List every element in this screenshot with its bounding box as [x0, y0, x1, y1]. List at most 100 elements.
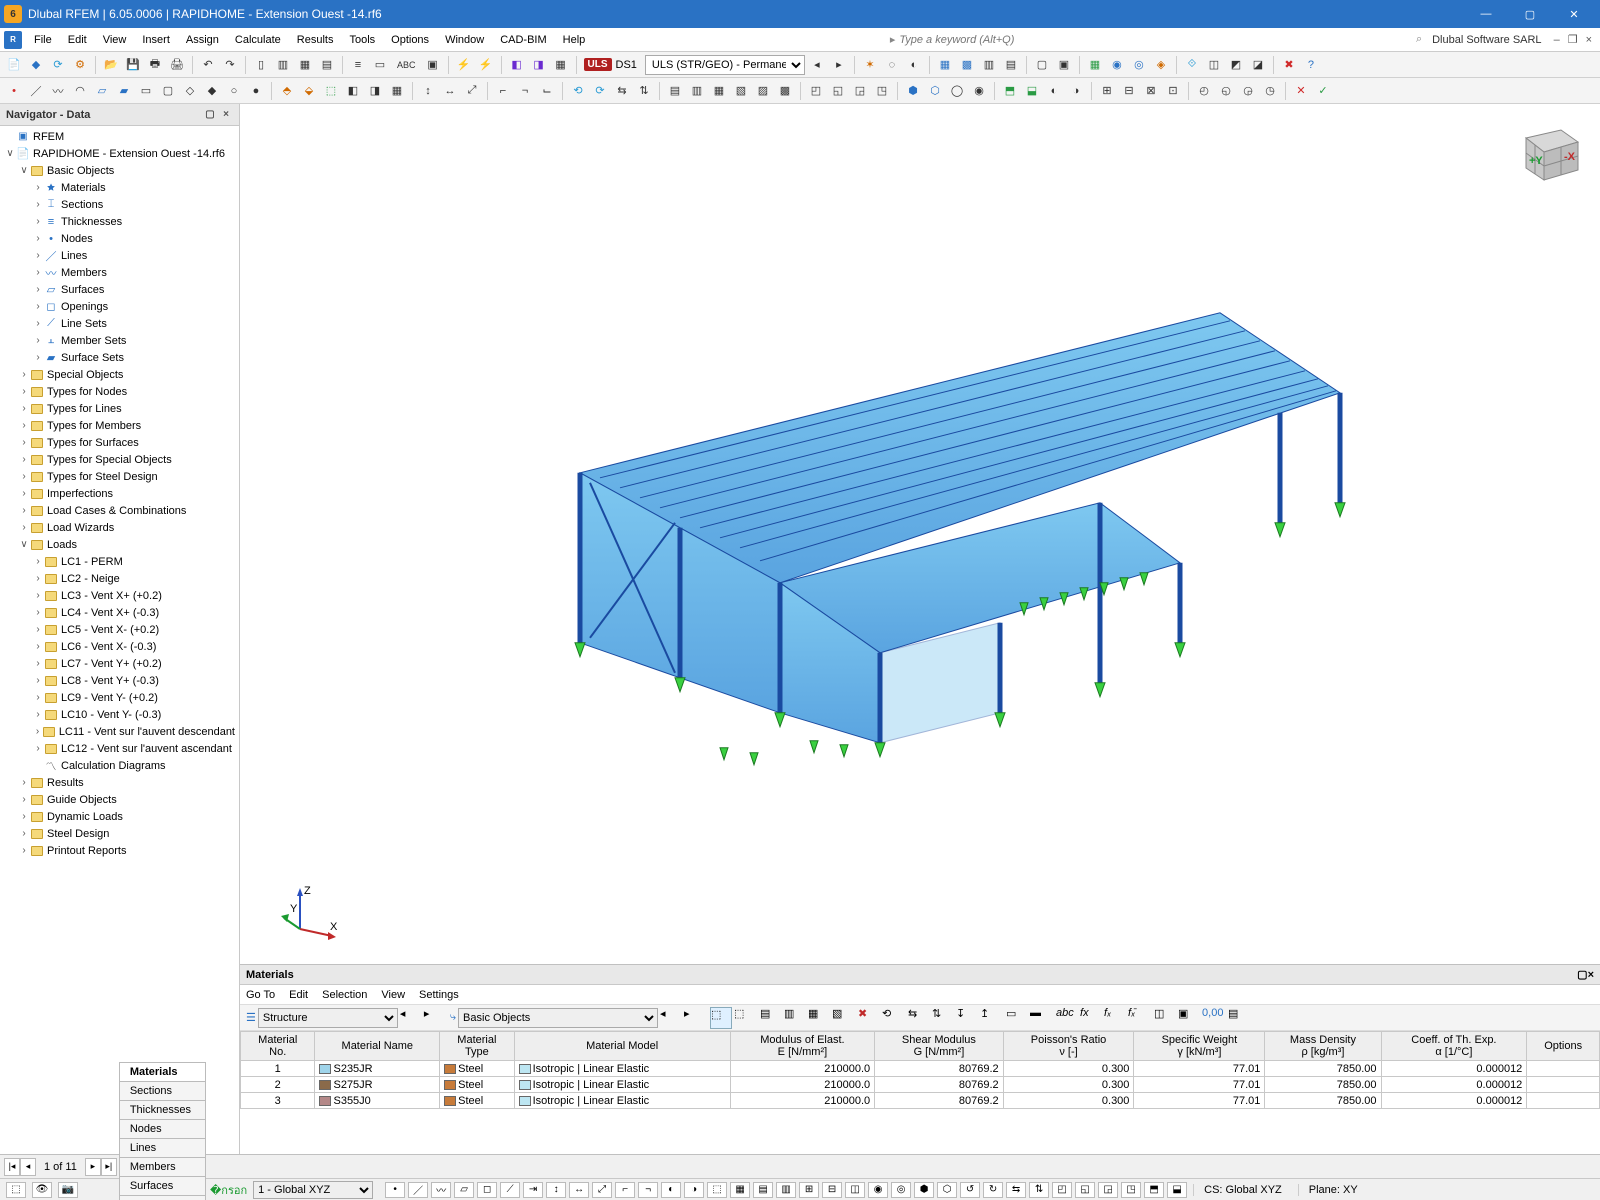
status-tool-17-icon[interactable]: ▥	[776, 1182, 796, 1198]
sb-eye-icon[interactable]: 👁	[32, 1182, 52, 1198]
t2-c-icon[interactable]: ◇	[180, 81, 200, 101]
sb-pick-icon[interactable]: ⬚	[6, 1182, 26, 1198]
tree-imperfections[interactable]: ›Imperfections	[0, 485, 239, 502]
tb-x17-icon[interactable]: ◪	[1248, 55, 1268, 75]
navigator-float-icon[interactable]: ▢	[203, 108, 217, 122]
status-tool-31-icon[interactable]: ◲	[1098, 1182, 1118, 1198]
status-tool-4-icon[interactable]: ◻	[477, 1182, 497, 1198]
pt-c-icon[interactable]: ▤	[760, 1007, 782, 1029]
tb-help-icon[interactable]: ?	[1301, 55, 1321, 75]
t2-af-icon[interactable]: ◳	[872, 81, 892, 101]
t2-surface-icon[interactable]: ▱	[92, 81, 112, 101]
t2-ao-icon[interactable]: ⊞	[1097, 81, 1117, 101]
t2-as-icon[interactable]: ◴	[1194, 81, 1214, 101]
status-tool-5-icon[interactable]: ⟋	[500, 1182, 520, 1198]
new-block-icon[interactable]: ◆	[26, 55, 46, 75]
status-tool-23-icon[interactable]: ⬢	[914, 1182, 934, 1198]
tb-x1-icon[interactable]: ✶	[860, 55, 880, 75]
tree-load-cases-combinations[interactable]: ›Load Cases & Combinations	[0, 502, 239, 519]
t2-am-icon[interactable]: ◐	[1044, 81, 1064, 101]
t2-h-icon[interactable]: ⬙	[299, 81, 319, 101]
tree-bo-lines[interactable]: ›／Lines	[0, 247, 239, 264]
tree-root[interactable]: ▣RFEM	[0, 128, 239, 145]
status-tool-6-icon[interactable]: ⇥	[523, 1182, 543, 1198]
t2-ad-icon[interactable]: ◱	[828, 81, 848, 101]
navigator-close-icon[interactable]: ×	[219, 108, 233, 122]
tree-lc3[interactable]: ›LC3 - Vent X+ (+0.2)	[0, 587, 239, 604]
status-tool-1-icon[interactable]: ／	[408, 1182, 428, 1198]
tab-last-icon[interactable]: ▸|	[101, 1158, 117, 1176]
maximize-button[interactable]: ▢	[1508, 0, 1552, 28]
t2-arc-icon[interactable]: ◠	[70, 81, 90, 101]
panel-float-icon[interactable]: ▢	[1577, 968, 1587, 981]
tab-prev-icon[interactable]: ◂	[20, 1158, 36, 1176]
t2-d-icon[interactable]: ◆	[202, 81, 222, 101]
tb-x9-icon[interactable]: ▣	[1054, 55, 1074, 75]
tree-lc9[interactable]: ›LC9 - Vent Y- (+0.2)	[0, 689, 239, 706]
menu-view[interactable]: View	[95, 31, 135, 49]
tab-members[interactable]: Members	[119, 1157, 206, 1176]
open-icon[interactable]: 📂	[101, 55, 121, 75]
panel-menu-settings[interactable]: Settings	[419, 989, 459, 1001]
tree-printout-reports[interactable]: ›Printout Reports	[0, 842, 239, 859]
t2-e-icon[interactable]: ○	[224, 81, 244, 101]
t2-ab-icon[interactable]: ▩	[775, 81, 795, 101]
t2-line-icon[interactable]: ／	[26, 81, 46, 101]
tree-lc6[interactable]: ›LC6 - Vent X- (-0.3)	[0, 638, 239, 655]
t2-p-icon[interactable]: ⌐	[493, 81, 513, 101]
combo-prev-icon[interactable]: ◂	[807, 55, 827, 75]
tb-x11-icon[interactable]: ◉	[1107, 55, 1127, 75]
tree-bo-sections[interactable]: ›⌶Sections	[0, 196, 239, 213]
menu-assign[interactable]: Assign	[178, 31, 227, 49]
tree-guide-objects[interactable]: ›Guide Objects	[0, 791, 239, 808]
tree-bo-materials[interactable]: ›🟊Materials	[0, 179, 239, 196]
view-cube[interactable]: +Y -X	[1506, 118, 1586, 188]
t2-aa-icon[interactable]: ▨	[753, 81, 773, 101]
status-tool-10-icon[interactable]: ⌐	[615, 1182, 635, 1198]
results2-icon[interactable]: ◨	[529, 55, 549, 75]
tree-model[interactable]: ∨📄RAPIDHOME - Extension Ouest -14.rf6	[0, 145, 239, 162]
status-tool-14-icon[interactable]: ⬚	[707, 1182, 727, 1198]
status-tool-19-icon[interactable]: ⊟	[822, 1182, 842, 1198]
tab-openings[interactable]: Openings	[119, 1195, 206, 1200]
tb-x7-icon[interactable]: ▤	[1001, 55, 1021, 75]
t2-solid-icon[interactable]: ▰	[114, 81, 134, 101]
t2-n-icon[interactable]: ↔	[440, 81, 460, 101]
status-tool-27-icon[interactable]: ⇆	[1006, 1182, 1026, 1198]
tree-lc7[interactable]: ›LC7 - Vent Y+ (+0.2)	[0, 655, 239, 672]
tree-calculation-diagrams[interactable]: 〽Calculation Diagrams	[0, 757, 239, 774]
status-tool-25-icon[interactable]: ↺	[960, 1182, 980, 1198]
t2-au-icon[interactable]: ◶	[1238, 81, 1258, 101]
menu-insert[interactable]: Insert	[134, 31, 178, 49]
t2-at-icon[interactable]: ◵	[1216, 81, 1236, 101]
tree-lc2[interactable]: ›LC2 - Neige	[0, 570, 239, 587]
tb-x6-icon[interactable]: ▥	[979, 55, 999, 75]
status-tool-22-icon[interactable]: ◎	[891, 1182, 911, 1198]
pt-p-icon[interactable]: ▣	[1178, 1007, 1200, 1029]
tb-x4-icon[interactable]: ▦	[935, 55, 955, 75]
minimize-button[interactable]: ―	[1464, 0, 1508, 28]
panel-close-icon[interactable]: ×	[1588, 969, 1594, 981]
t2-l-icon[interactable]: ▦	[387, 81, 407, 101]
pt-m-icon[interactable]: ▭	[1006, 1007, 1028, 1029]
tb-x15-icon[interactable]: ◫	[1204, 55, 1224, 75]
tab-lines[interactable]: Lines	[119, 1138, 206, 1157]
t2-ax-icon[interactable]: ✓	[1313, 81, 1333, 101]
redo-icon[interactable]: ↷	[220, 55, 240, 75]
results3-icon[interactable]: ▦	[551, 55, 571, 75]
status-tool-7-icon[interactable]: ↕	[546, 1182, 566, 1198]
t2-m-icon[interactable]: ↕	[418, 81, 438, 101]
results-icon[interactable]: ◧	[507, 55, 527, 75]
tree-lc1[interactable]: ›LC1 - PERM	[0, 553, 239, 570]
pt-d-icon[interactable]: ▥	[784, 1007, 806, 1029]
tb-x18-icon[interactable]: ✖	[1279, 55, 1299, 75]
tree-lc10[interactable]: ›LC10 - Vent Y- (-0.3)	[0, 706, 239, 723]
t2-t-icon[interactable]: ⟳	[590, 81, 610, 101]
tb-x2-icon[interactable]: ◌	[882, 55, 902, 75]
t2-ah-icon[interactable]: ⬡	[925, 81, 945, 101]
tree-bo-member-sets[interactable]: ›⫠Member Sets	[0, 332, 239, 349]
tb-x12-icon[interactable]: ◎	[1129, 55, 1149, 75]
close-button[interactable]: ✕	[1552, 0, 1596, 28]
status-tool-11-icon[interactable]: ¬	[638, 1182, 658, 1198]
status-tool-26-icon[interactable]: ↻	[983, 1182, 1003, 1198]
